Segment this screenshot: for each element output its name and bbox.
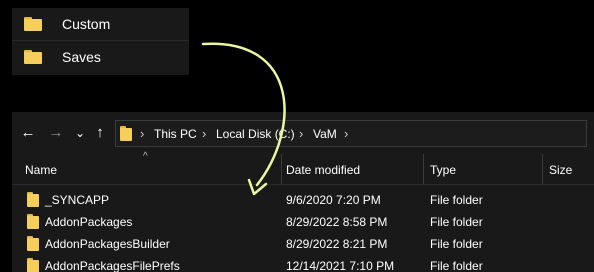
file-type: File folder xyxy=(430,259,483,272)
folder-icon xyxy=(27,258,39,272)
folder-label: Custom xyxy=(62,16,111,32)
breadcrumb-local-disk[interactable]: Local Disk (C:) xyxy=(216,127,295,141)
folder-icon xyxy=(27,192,39,207)
folder-item-custom[interactable]: Custom xyxy=(12,8,189,41)
file-date: 9/6/2020 7:20 PM xyxy=(286,193,381,207)
column-header-size[interactable]: Size xyxy=(549,163,572,177)
file-date: 8/29/2022 8:58 PM xyxy=(286,215,388,229)
file-name: AddonPackagesFilePrefs xyxy=(45,259,180,272)
navigation-bar: ← → ⌄ ↑ › This PC › Local Disk (C:) › Va… xyxy=(12,112,594,154)
file-type: File folder xyxy=(430,215,483,229)
column-header-row: ^ Name Date modified Type Size xyxy=(12,151,594,185)
breadcrumb-separator-icon: › xyxy=(202,126,207,141)
folder-label: Saves xyxy=(62,49,101,65)
recent-locations-chevron-icon[interactable]: ⌄ xyxy=(72,124,88,142)
quick-folder-panel: Custom Saves xyxy=(12,8,189,75)
folder-icon xyxy=(27,236,39,251)
file-row[interactable]: AddonPackages 8/29/2022 8:58 PM File fol… xyxy=(12,211,594,233)
file-row[interactable]: AddonPackagesBuilder 8/29/2022 8:21 PM F… xyxy=(12,233,594,255)
column-header-type[interactable]: Type xyxy=(430,163,456,177)
file-type: File folder xyxy=(430,193,483,207)
breadcrumb-separator-icon: › xyxy=(299,126,304,141)
folder-item-saves[interactable]: Saves xyxy=(12,41,189,73)
file-date: 8/29/2022 8:21 PM xyxy=(286,237,388,251)
folder-icon xyxy=(24,50,42,64)
up-arrow-icon[interactable]: ↑ xyxy=(92,124,108,142)
address-bar[interactable]: › This PC › Local Disk (C:) › VaM › xyxy=(115,120,587,147)
file-date: 12/14/2021 7:10 PM xyxy=(286,259,395,272)
breadcrumb-separator-icon: › xyxy=(344,126,349,141)
file-name: _SYNCAPP xyxy=(45,193,110,207)
breadcrumb-this-pc[interactable]: This PC xyxy=(154,127,197,141)
file-row[interactable]: AddonPackagesFilePrefs 12/14/2021 7:10 P… xyxy=(12,255,594,272)
file-name: AddonPackages xyxy=(45,215,133,229)
column-divider[interactable] xyxy=(542,154,543,184)
folder-icon xyxy=(120,126,132,141)
column-divider[interactable] xyxy=(423,154,424,184)
sort-ascending-icon: ^ xyxy=(143,151,148,162)
folder-icon xyxy=(27,214,39,229)
folder-icon xyxy=(24,17,42,31)
column-header-name[interactable]: Name xyxy=(25,163,57,177)
back-arrow-icon[interactable]: ← xyxy=(20,124,36,142)
file-name: AddonPackagesBuilder xyxy=(45,237,170,251)
column-divider[interactable] xyxy=(281,154,282,184)
breadcrumb-vam[interactable]: VaM xyxy=(313,127,337,141)
forward-arrow-icon[interactable]: → xyxy=(48,124,64,142)
column-header-date-modified[interactable]: Date modified xyxy=(286,163,360,177)
file-explorer-window: ← → ⌄ ↑ › This PC › Local Disk (C:) › Va… xyxy=(12,112,594,272)
file-row[interactable]: _SYNCAPP 9/6/2020 7:20 PM File folder xyxy=(12,189,594,211)
breadcrumb-separator-icon: › xyxy=(140,126,145,141)
file-type: File folder xyxy=(430,237,483,251)
